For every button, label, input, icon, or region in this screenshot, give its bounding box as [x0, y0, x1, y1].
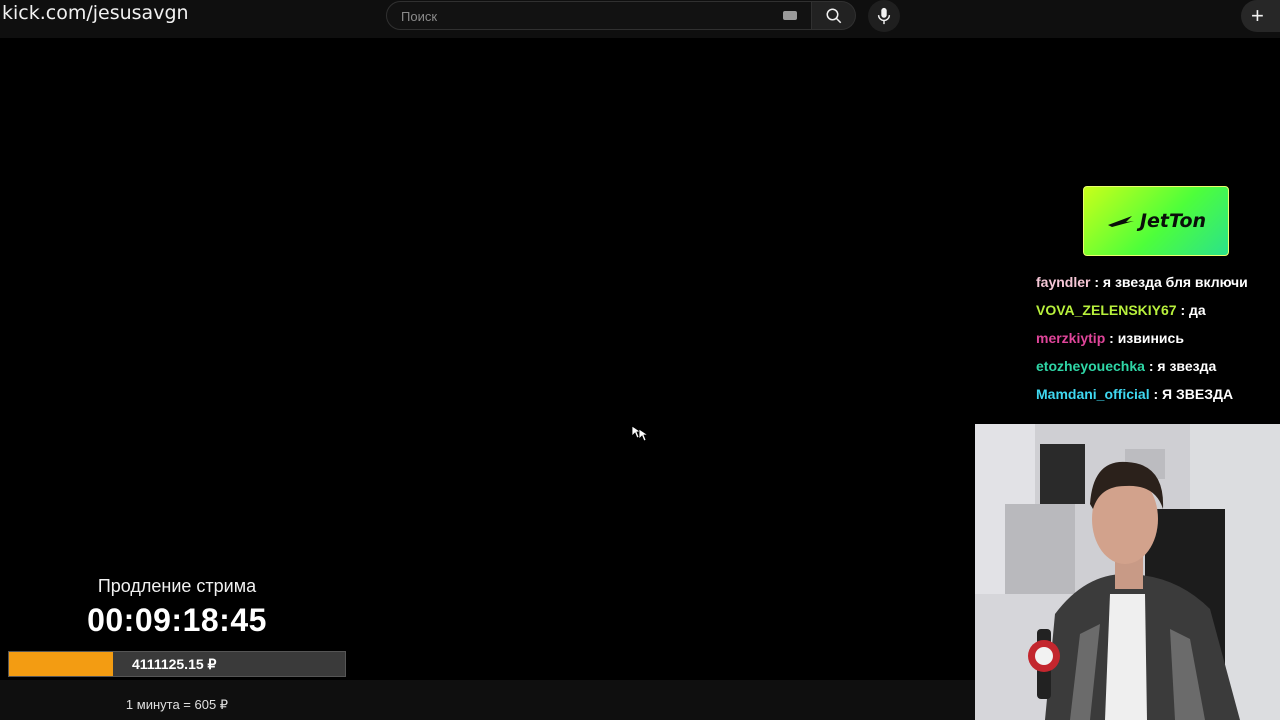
- voice-search-button[interactable]: [868, 0, 900, 32]
- chat-username: fayndler: [1036, 274, 1091, 290]
- chat-text: : да: [1176, 302, 1206, 318]
- microphone-icon: [877, 7, 891, 25]
- plus-icon: +: [1251, 3, 1264, 28]
- search-icon: [826, 8, 841, 23]
- create-button[interactable]: +: [1241, 0, 1280, 32]
- chat-username: etozheyouechka: [1036, 358, 1145, 374]
- chat-message: merzkiytip : извинись: [1036, 328, 1276, 356]
- chat-message: fayndler : я звезда бля включи: [1036, 272, 1276, 300]
- top-bar: kick.com/jesusavgn +: [0, 0, 1280, 38]
- webcam-image: [975, 424, 1280, 720]
- chat-message: etozheyouechka : я звезда: [1036, 356, 1276, 384]
- chat-username: merzkiytip: [1036, 330, 1106, 346]
- chat-overlay: fayndler : я звезда бля включи VOVA_ZELE…: [1036, 272, 1276, 412]
- progress-fill: [9, 652, 114, 676]
- search-box[interactable]: [386, 1, 812, 31]
- donation-progress-bar: 4111125.15 ₽: [8, 651, 346, 677]
- donation-amount: 4111125.15 ₽: [132, 656, 217, 672]
- chat-message: Mamdani_official : Я ЗВЕЗДА: [1036, 384, 1276, 412]
- stream-extension-label: Продление стрима: [97, 576, 257, 596]
- stream-extension-timer: 00:09:18:45: [87, 602, 267, 638]
- webcam-feed: [975, 424, 1280, 720]
- chat-text: : извинись: [1105, 330, 1184, 346]
- chat-username: Mamdani_official: [1036, 386, 1150, 402]
- keyboard-icon[interactable]: [783, 11, 797, 20]
- search-input[interactable]: [399, 2, 783, 31]
- sponsor-name: JetTon: [1139, 210, 1207, 232]
- chat-text: : я звезда бля включи: [1090, 274, 1248, 290]
- chat-message: VOVA_ZELENSKIY67 : да: [1036, 300, 1276, 328]
- chat-username: VOVA_ZELENSKIY67: [1036, 302, 1177, 318]
- sponsor-banner: JetTon: [1083, 186, 1229, 256]
- search-button[interactable]: [812, 1, 856, 30]
- mouse-cursor-icon: [631, 425, 649, 441]
- channel-url: kick.com/jesusavgn: [2, 2, 189, 24]
- jetton-logo-icon: [1107, 216, 1134, 227]
- chat-text: : Я ЗВЕЗДА: [1149, 386, 1234, 402]
- chat-text: : я звезда: [1144, 358, 1217, 374]
- rate-info: 1 минута = 605 ₽: [125, 697, 229, 712]
